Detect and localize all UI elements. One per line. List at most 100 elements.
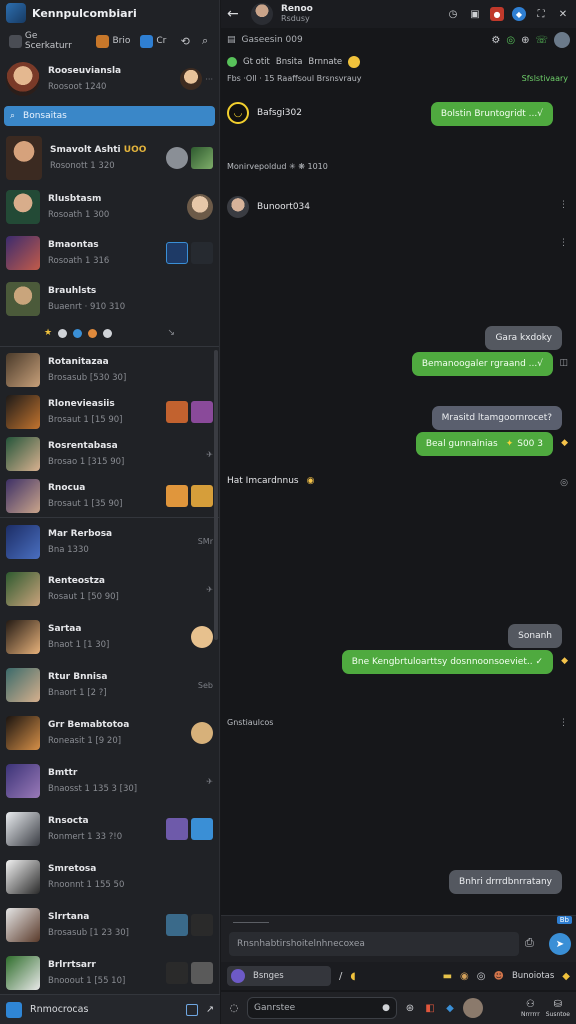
reaction-icon[interactable] — [58, 328, 68, 338]
send-button[interactable]: ➤ — [549, 933, 571, 955]
chat-preview: Bnaort 1 [2 ?] — [48, 688, 107, 698]
reaction-icon[interactable] — [73, 328, 83, 338]
people-icon: ⚇ — [525, 998, 535, 1010]
chat-item[interactable]: Smavolt Ashti UOO Rosonott 1 320 — [0, 132, 219, 184]
emoji-icon[interactable] — [348, 56, 361, 68]
record-icon[interactable]: ● — [490, 7, 504, 21]
shield-icon[interactable]: ◆ — [512, 7, 526, 21]
reaction-icon[interactable]: ◆ — [561, 438, 568, 448]
message-bubble-outgoing[interactable]: Bne Kengbrtuloarttsy dosnnoonsoeviet.. ✓ — [341, 650, 553, 674]
record-icon[interactable]: ◉ — [460, 971, 469, 982]
message-bubble-outgoing[interactable]: Beal gunnalnias ✦ S00 3 — [415, 432, 553, 456]
network-icon[interactable]: ⊛ — [403, 1001, 417, 1015]
reaction-icon[interactable] — [88, 328, 98, 338]
slash-icon[interactable]: / — [339, 971, 342, 982]
avatar[interactable] — [463, 998, 483, 1018]
chat-item[interactable]: Rnsocta Ronmert 1 33 ?!0 — [0, 805, 219, 853]
app-icon[interactable] — [6, 1001, 22, 1018]
message-bubble-outgoing[interactable]: Bemanoogaler rgraand ...√ — [411, 352, 553, 376]
chat-preview: Rnoonnt 1 155 50 — [48, 880, 125, 890]
chip-button-2[interactable]: Cr — [137, 32, 169, 50]
camera-icon[interactable]: ▣ — [468, 7, 482, 21]
chat-item[interactable]: Slrrtana Brosasub [1 23 30] — [0, 901, 219, 949]
more-vertical-icon[interactable]: ⋮ — [559, 200, 568, 210]
chat-item[interactable]: Brlrrtsarr Bnooout 1 [55 10] — [0, 949, 219, 997]
meta-label-3[interactable]: Brnnate — [308, 57, 342, 67]
thumbnail-image — [191, 401, 213, 423]
filter-button[interactable]: Ge Scerkaturr — [6, 31, 89, 51]
pin-icon[interactable]: ◆ — [562, 971, 570, 982]
message-bubble-incoming[interactable]: Mrasitd ltamgoornrocet? — [431, 406, 562, 430]
bulb-icon[interactable]: ◖ — [350, 971, 355, 982]
message-bubble-outgoing[interactable]: Bolstin Bruntogridt ...√ — [430, 102, 553, 126]
call-icon[interactable]: ☏ — [535, 35, 548, 46]
message-composer: Bb Rnsnhabtirshoitelnhnecoxea ⎙ ➤ — [221, 915, 576, 962]
chat-item[interactable]: Rtur Bnnisa Bnaort 1 [2 ?] Seb — [0, 661, 219, 709]
avatar[interactable] — [251, 3, 273, 25]
pin-icon[interactable]: ↗ — [206, 1004, 214, 1015]
shield-icon[interactable]: ◆ — [443, 1001, 457, 1015]
reaction-icon[interactable]: ◆ — [561, 656, 568, 666]
refresh-icon[interactable]: ⟲ — [177, 33, 193, 49]
chat-item[interactable]: Rnocua Brosaut 1 [35 90] — [0, 475, 219, 517]
chip-button-1[interactable]: Brio — [93, 32, 133, 50]
chat-item[interactable]: Rlonevieasiis Brosaut 1 [15 90] — [0, 391, 219, 433]
chat-item[interactable]: Bmaontas Rosoath 1 316 — [0, 230, 219, 276]
reaction-icon[interactable] — [103, 328, 113, 338]
chat-item[interactable]: Smretosa Rnoonnt 1 155 50 — [0, 853, 219, 901]
meta-label-2[interactable]: Bnsita — [276, 57, 303, 67]
chat-item[interactable]: Brauhlsts Buaenrt · 910 310 — [0, 276, 219, 322]
chat-item[interactable]: Rotanitazaa Brosasub [530 30] — [0, 349, 219, 391]
close-icon[interactable]: ✕ — [556, 7, 570, 21]
pinned-chat-item[interactable]: Rooseuviansla Roosoot 1240 ··· — [0, 56, 219, 102]
chat-item[interactable]: Bmttr Bnaosst 1 135 3 [30] ✈ — [0, 757, 219, 805]
history-icon[interactable]: ◷ — [446, 7, 460, 21]
avatar — [166, 147, 188, 169]
chat-item[interactable]: Rosrentabasa Brosao 1 [315 90] ✈ — [0, 433, 219, 475]
message-bubble-incoming[interactable]: Gara kxdoky — [485, 326, 562, 350]
settings-icon[interactable]: ⚙ — [491, 35, 500, 46]
chat-item[interactable]: Grr Bemabtotoa Roneasit 1 [9 20] — [0, 709, 219, 757]
back-arrow-icon[interactable]: ← — [227, 6, 243, 22]
chat-item[interactable]: Renteostza Rosaut 1 [50 90] ✈ — [0, 565, 219, 613]
people-tab[interactable]: ⚇ Nrrrrrr — [521, 999, 540, 1018]
flag-icon[interactable]: ◧ — [423, 1001, 437, 1015]
message-bubble-incoming[interactable]: Sonanh — [508, 624, 562, 648]
chat-item[interactable]: Sartaa Bnaot 1 [1 30] — [0, 613, 219, 661]
search-bar[interactable]: ⌕ Bonsaitas — [4, 106, 215, 126]
tray-pill[interactable]: Bsnges — [227, 966, 331, 986]
scrollbar[interactable] — [214, 350, 218, 640]
avatar — [6, 282, 40, 316]
window-icon[interactable] — [186, 1003, 199, 1016]
bottom-search-input[interactable]: Ganrstee ● — [247, 997, 397, 1019]
avatar — [6, 353, 40, 387]
eye-icon[interactable]: ◎ — [560, 478, 568, 488]
expand-icon[interactable]: ↘ — [167, 328, 175, 338]
fullscreen-icon[interactable]: ⛶ — [534, 7, 548, 21]
message-incoming[interactable]: Bunoort034 — [227, 196, 310, 218]
more-vertical-icon[interactable]: ⋮ — [559, 718, 568, 728]
sticker-icon[interactable]: ◫ — [559, 358, 568, 368]
search-icon[interactable]: ⌕ — [197, 33, 213, 49]
message-incoming[interactable]: ◡ Bafsgi302 — [227, 102, 302, 124]
chat-item[interactable]: Mar Rerbosa Bna 1330 SMr — [0, 517, 219, 565]
folder-icon[interactable]: ▬ — [443, 971, 452, 982]
message-bubble-incoming[interactable]: Bnhri drrrdbnrratany — [449, 870, 562, 894]
thumbnail-image — [166, 242, 188, 264]
more-icon[interactable]: ··· — [205, 75, 213, 84]
avatar[interactable] — [554, 32, 570, 48]
more-vertical-icon[interactable]: ⋮ — [559, 238, 568, 248]
chat-item[interactable]: Rlusbtasm Rosoath 1 300 — [0, 184, 219, 230]
shield-icon — [140, 34, 154, 48]
message-incoming[interactable]: Hat Imcardnnus ◉ — [227, 476, 314, 486]
chat-icon[interactable]: ◌ — [227, 1001, 241, 1015]
avatar-icon[interactable]: ☻ — [494, 971, 504, 982]
star-icon[interactable]: ★ — [44, 328, 52, 338]
add-icon[interactable]: ⊕ — [521, 35, 529, 46]
storage-tab[interactable]: ⛁ Susntoe — [546, 999, 570, 1018]
message-input[interactable]: Rnsnhabtirshoitelnhnecoxea — [229, 932, 519, 956]
chat-name: Mar Rerbosa — [48, 528, 113, 539]
attach-icon[interactable]: ⎙ — [525, 936, 539, 950]
target-icon[interactable]: ◎ — [477, 971, 486, 982]
online-icon[interactable]: ◎ — [506, 35, 515, 46]
